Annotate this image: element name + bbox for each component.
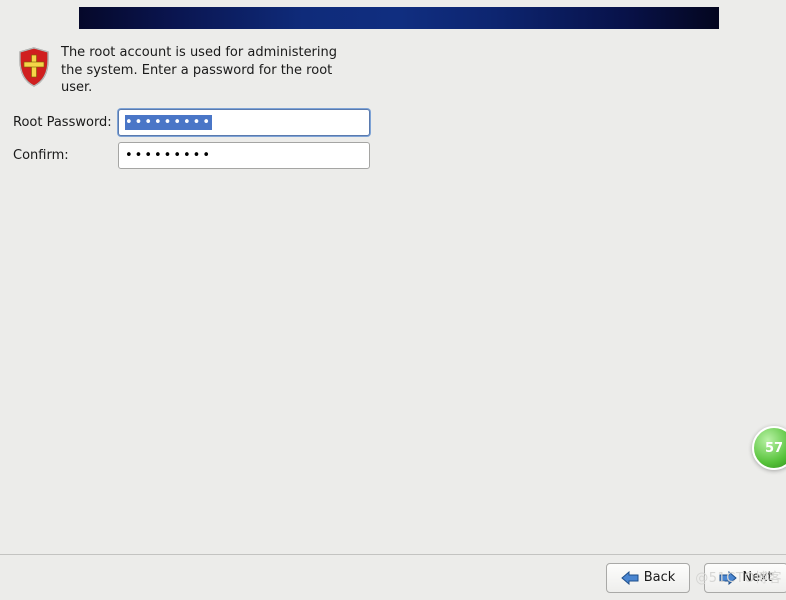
header-banner: [79, 7, 719, 29]
arrow-right-icon: [719, 571, 737, 585]
side-badge[interactable]: 57: [752, 426, 786, 470]
arrow-left-icon: [621, 571, 639, 585]
instruction-row: The root account is used for administeri…: [16, 44, 341, 97]
confirm-password-input[interactable]: [118, 142, 370, 169]
next-button-label: Next: [742, 570, 772, 585]
next-button[interactable]: Next: [704, 563, 786, 593]
side-badge-value: 57: [765, 441, 783, 456]
shield-icon: [16, 46, 52, 88]
root-password-input[interactable]: [118, 109, 370, 136]
password-form: Root Password: Confirm:: [13, 109, 370, 175]
root-password-label: Root Password:: [13, 115, 118, 130]
back-button[interactable]: Back: [606, 563, 690, 593]
back-button-label: Back: [644, 570, 676, 585]
instruction-text: The root account is used for administeri…: [61, 44, 341, 97]
confirm-row: Confirm:: [13, 142, 370, 169]
root-password-row: Root Password:: [13, 109, 370, 136]
navigation-bar: Back Next: [0, 554, 786, 600]
confirm-label: Confirm:: [13, 148, 118, 163]
